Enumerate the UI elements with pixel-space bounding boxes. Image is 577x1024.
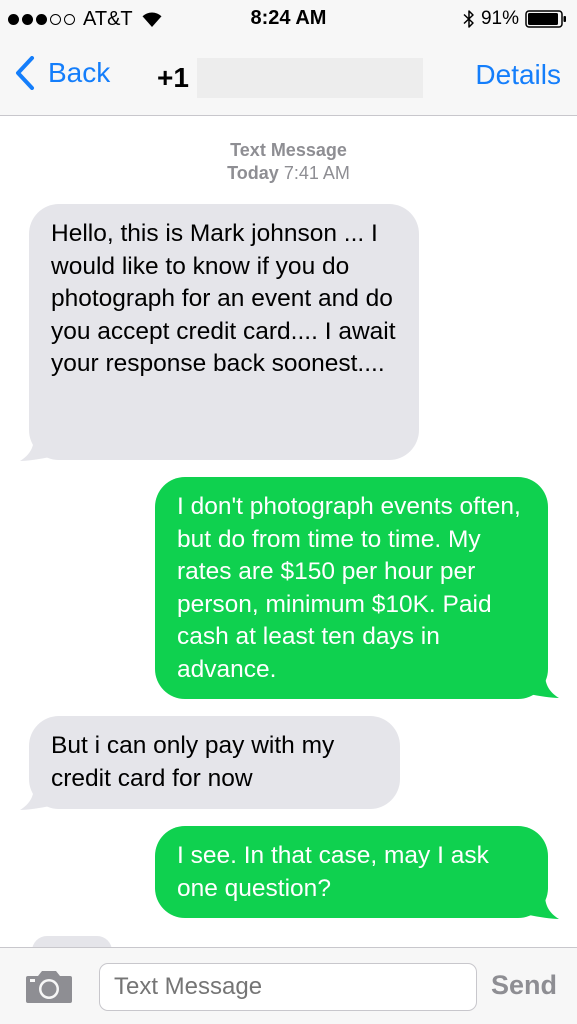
- message-input-bar: Send: [0, 947, 577, 1024]
- chevron-left-icon: [16, 56, 34, 90]
- timestamp-time: 7:41 AM: [283, 163, 350, 183]
- battery-icon: [525, 10, 566, 28]
- conversation-view[interactable]: Text Message Today 7:41 AM Hello, this i…: [0, 117, 577, 947]
- back-button-label: Back: [48, 57, 111, 88]
- message-bubble-outgoing[interactable]: I don't photograph events often, but do …: [155, 477, 548, 699]
- camera-icon[interactable]: [24, 969, 74, 1005]
- contact-title[interactable]: +1: [157, 58, 423, 98]
- status-right: 91%: [463, 7, 567, 31]
- send-button[interactable]: Send: [491, 970, 557, 1001]
- navigation-bar: Back +1 Details: [0, 38, 577, 116]
- details-button[interactable]: Details: [475, 59, 561, 91]
- status-bar: AT&T 8:24 AM 91%: [0, 0, 577, 38]
- message-text-field[interactable]: [99, 963, 477, 1011]
- bluetooth-icon: [463, 10, 474, 28]
- timestamp-day: Today: [227, 163, 279, 183]
- message-bubble-outgoing[interactable]: I see. In that case, may I ask one quest…: [155, 826, 548, 918]
- timestamp-label: Text Message: [230, 140, 347, 160]
- message-bubble-incoming[interactable]: Hello, this is Mark johnson ... I would …: [29, 204, 419, 460]
- battery-percent: 91%: [480, 8, 519, 29]
- message-timestamp: Text Message Today 7:41 AM: [0, 139, 577, 185]
- back-button[interactable]: Back: [14, 56, 110, 90]
- redacted-phone-number: [196, 58, 423, 98]
- contact-number-prefix: +1: [157, 62, 189, 93]
- message-bubble-incoming[interactable]: But i can only pay with my credit card f…: [29, 716, 400, 809]
